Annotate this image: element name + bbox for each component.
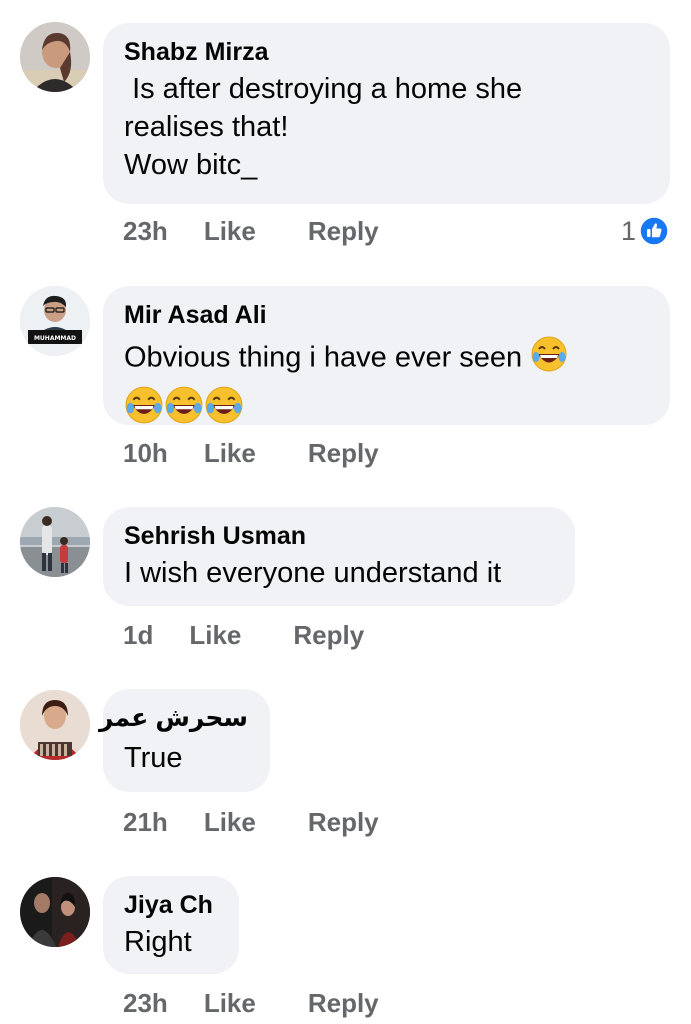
laughing-emoji-icon bbox=[124, 385, 164, 435]
comment-timestamp[interactable]: 23h bbox=[123, 213, 168, 249]
like-button[interactable]: Like bbox=[189, 617, 241, 653]
reaction-count: 1 bbox=[620, 216, 636, 246]
reply-button[interactable]: Reply bbox=[308, 804, 379, 840]
comment-actions: 1d Like Reply bbox=[123, 617, 364, 653]
avatar-photo bbox=[20, 507, 90, 577]
comment-line: Wow bitc_ bbox=[124, 149, 258, 181]
comment-line: I wish everyone understand it bbox=[124, 557, 502, 589]
comment-bubble: Sehrish Usman I wish everyone understand… bbox=[103, 507, 575, 606]
avatar[interactable]: MUHAMMAD bbox=[20, 286, 90, 356]
comment-author[interactable]: Shabz Mirza bbox=[124, 37, 648, 67]
avatar-badge-text: MUHAMMAD bbox=[34, 335, 76, 342]
comment-line: Obvious thing i have ever seen bbox=[124, 341, 523, 374]
comment-actions: 10h Like Reply bbox=[123, 435, 379, 471]
comment-text: Is after destroying a home she realises t… bbox=[124, 70, 648, 184]
comment-timestamp[interactable]: 10h bbox=[123, 435, 168, 471]
avatar[interactable] bbox=[20, 690, 90, 760]
avatar-photo bbox=[20, 22, 90, 92]
reply-button[interactable]: Reply bbox=[293, 617, 364, 653]
comment-actions: 21h Like Reply bbox=[123, 804, 379, 840]
comment-author[interactable]: سحرش عمر bbox=[99, 703, 248, 733]
comment-author[interactable]: Jiya Ch bbox=[124, 890, 217, 920]
comment-text: I wish everyone understand it bbox=[124, 554, 553, 592]
comment-author[interactable]: Mir Asad Ali bbox=[124, 300, 648, 330]
like-button[interactable]: Like bbox=[204, 985, 256, 1021]
avatar-photo bbox=[20, 877, 90, 947]
comment-actions: 23h Like Reply bbox=[123, 213, 379, 249]
comment-bubble: سحرش عمر True bbox=[99, 689, 270, 792]
laughing-emoji-icon bbox=[204, 385, 244, 435]
reply-button[interactable]: Reply bbox=[308, 213, 379, 249]
laughing-emoji-icon bbox=[530, 335, 568, 383]
avatar-photo: MUHAMMAD bbox=[20, 286, 90, 356]
comment-bubble: Mir Asad Ali Obvious thing i have ever s… bbox=[103, 286, 670, 425]
comment-bubble: Shabz Mirza Is after destroying a home s… bbox=[103, 23, 670, 204]
avatar-photo bbox=[20, 690, 90, 760]
comment-text: True bbox=[122, 739, 248, 777]
comment-author[interactable]: Sehrish Usman bbox=[124, 521, 553, 551]
comment-line: Is after destroying a home she bbox=[124, 73, 523, 105]
laughing-emoji-icon bbox=[164, 385, 204, 435]
comment-actions: 23h Like Reply bbox=[123, 985, 379, 1021]
emoji-row bbox=[124, 385, 648, 435]
comment-text: Right bbox=[124, 923, 217, 961]
avatar[interactable] bbox=[20, 877, 90, 947]
like-button[interactable]: Like bbox=[204, 213, 256, 249]
comment-line: realises that! bbox=[124, 111, 289, 143]
reply-button[interactable]: Reply bbox=[308, 435, 379, 471]
reply-button[interactable]: Reply bbox=[308, 985, 379, 1021]
comment-bubble: Jiya Ch Right bbox=[103, 876, 239, 974]
comment-text: Obvious thing i have ever seen bbox=[124, 335, 648, 383]
comment-line: Right bbox=[124, 926, 192, 958]
comment-timestamp[interactable]: 23h bbox=[123, 985, 168, 1021]
comment-timestamp[interactable]: 1d bbox=[123, 617, 153, 653]
like-button[interactable]: Like bbox=[204, 435, 256, 471]
like-button[interactable]: Like bbox=[204, 804, 256, 840]
reaction-summary[interactable]: 1 bbox=[621, 213, 669, 249]
avatar[interactable] bbox=[20, 507, 90, 577]
avatar[interactable] bbox=[20, 22, 90, 92]
comment-line: True bbox=[124, 742, 183, 774]
comment-timestamp[interactable]: 21h bbox=[123, 804, 168, 840]
thumbs-up-icon bbox=[639, 216, 669, 246]
